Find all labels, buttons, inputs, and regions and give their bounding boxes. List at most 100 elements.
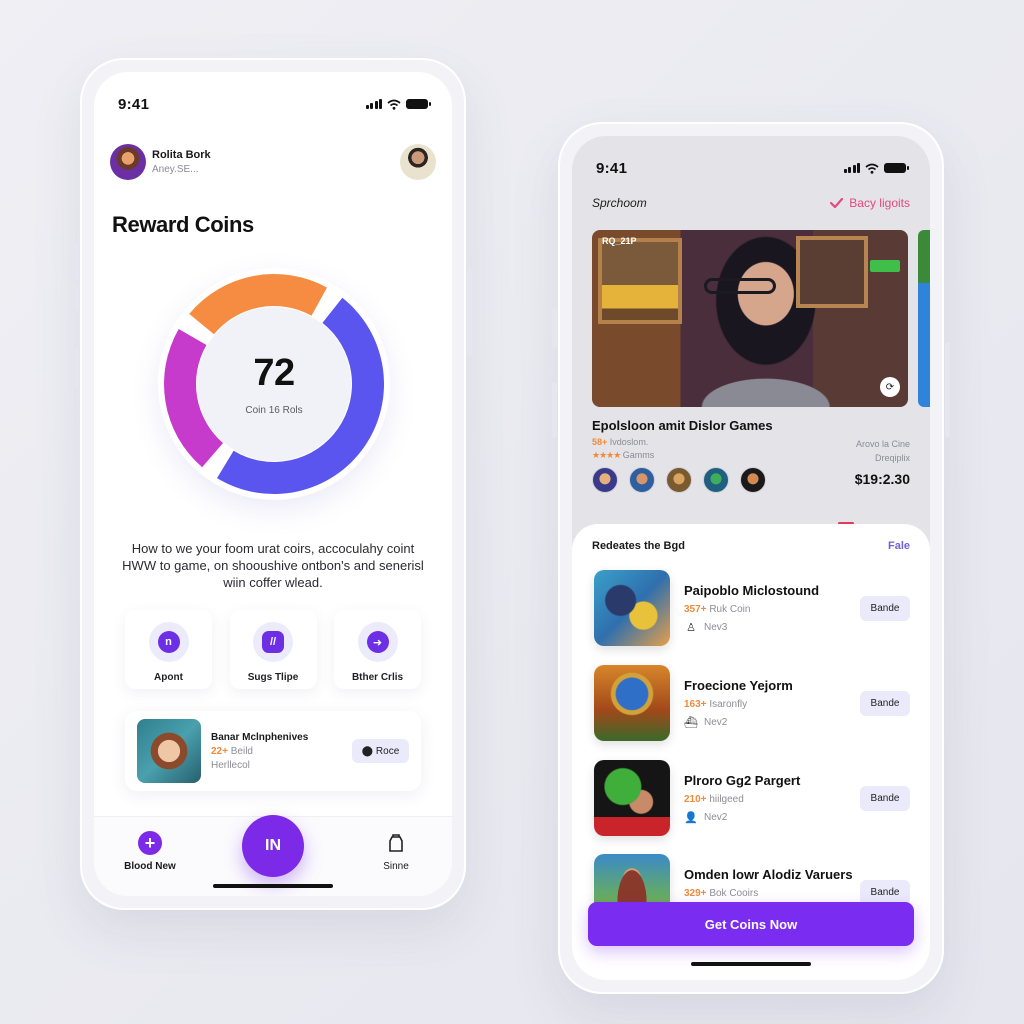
header-link-label: Bacy ligoits: [849, 196, 910, 210]
header-link[interactable]: Bacy ligoits: [830, 196, 910, 210]
quick-action-label: Bther Crlis: [351, 672, 404, 683]
quick-action-bther-crlis[interactable]: ➜ Bther Crlis: [334, 610, 421, 689]
promo-thumbnail: [137, 719, 201, 783]
offer-button[interactable]: Bande: [860, 595, 910, 621]
refresh-icon[interactable]: ⟳: [880, 377, 900, 397]
signal-icon: [843, 163, 860, 173]
nav-label: Sinne: [383, 861, 409, 872]
offer-meta: 210+ hiilgeed: [684, 794, 860, 805]
volume-up-button: [74, 244, 79, 280]
app-brand: Sprchoom: [592, 196, 647, 210]
banner-art-frame: [598, 238, 682, 324]
status-icons: [843, 163, 909, 174]
feature-rating-text: Gamms: [622, 450, 655, 460]
person-icon: 👤: [684, 811, 698, 824]
nav-label: Blood New: [124, 861, 176, 872]
status-bar: 9:41: [572, 158, 930, 178]
get-coins-button[interactable]: Get Coins Now: [588, 902, 914, 946]
offer-meta: 329+ Bok Cooirs: [684, 888, 860, 899]
nav-center-button[interactable]: IN: [242, 815, 304, 877]
offer-sub-text: Nev2: [704, 716, 728, 728]
promo-meta: 22+ Beild: [211, 746, 352, 757]
quick-action-label: Apont: [154, 672, 183, 683]
offer-button[interactable]: Bande: [860, 785, 910, 811]
offer-item[interactable]: Paipoblo Miclostound 357+ Ruk Coin ♙ Nev3…: [594, 570, 910, 646]
battery-icon: [884, 163, 909, 173]
offer-thumbnail: [594, 570, 670, 646]
quick-icon-ring: ➜: [357, 622, 398, 662]
offer-meta: 163+ Isaronfly: [684, 699, 860, 710]
player-avatar[interactable]: [629, 467, 655, 493]
player-avatar[interactable]: [703, 467, 729, 493]
offer-sub: ♙ Nev3: [684, 621, 860, 634]
offer-coins: 163+: [684, 699, 707, 710]
profile-name: Rolita Bork: [152, 149, 211, 161]
player-avatar[interactable]: [740, 467, 766, 493]
promo-card[interactable]: Banar Mclnphenives 22+ Beild Herllecol ⬤…: [125, 711, 421, 791]
volume-down-button: [74, 286, 79, 310]
sheet-title: Redeates the Bgd: [592, 540, 685, 552]
power-button: [945, 342, 950, 438]
quick-action-apont[interactable]: n Apont: [125, 610, 212, 689]
magnet-icon: n: [157, 631, 180, 653]
banner-art-frame: [796, 236, 868, 308]
coin-total-label: Coin 16 Rols: [245, 405, 303, 416]
bottom-nav: + Blood New IN Sinne: [94, 815, 452, 896]
player-avatar[interactable]: [666, 467, 692, 493]
nav-sinne[interactable]: Sinne: [356, 831, 436, 872]
offers-sheet: Redeates the Bgd Fale Paipoblo Miclostou…: [572, 524, 930, 980]
sheet-header: Redeates the Bgd Fale: [592, 540, 910, 552]
offer-button[interactable]: Bande: [860, 690, 910, 716]
offer-sub: 👤 Nev2: [684, 811, 860, 824]
feature-side-line: Dreqiplix: [874, 453, 910, 463]
profile-subtitle: Aney.SE...: [152, 164, 199, 175]
home-indicator: [691, 962, 811, 966]
power-button: [467, 268, 472, 356]
quick-action-label: Sugs Tlipe: [247, 672, 299, 683]
banner-tag: RQ_21P: [602, 236, 637, 246]
offer-title: Plroro Gg2 Pargert: [684, 773, 801, 788]
arrow-icon: ➜: [366, 631, 389, 653]
status-time: 9:41: [118, 95, 150, 113]
offer-meta-text: Isaronfly: [709, 699, 748, 710]
player-avatars: [592, 467, 766, 493]
feature-title: Epolsloon amit Dislor Games: [592, 418, 773, 433]
offer-meta-text: hiilgeed: [709, 794, 744, 805]
right-screen: 9:41 Sprchoom Bacy ligoits RQ_21P ⟳ Epol…: [572, 136, 930, 980]
pin-icon: ⬤: [361, 745, 373, 757]
offer-sub-text: Nev2: [704, 811, 728, 823]
shield-icon: //: [262, 631, 284, 653]
offer-item[interactable]: Plroro Gg2 Pargert 210+ hiilgeed 👤 Nev2 B…: [594, 760, 910, 836]
offer-body: Froecione Yejorm 163+ Isaronfly ⛴ Nev2: [684, 678, 860, 729]
quick-icon-ring: n: [148, 622, 189, 662]
feature-banner[interactable]: RQ_21P ⟳: [592, 230, 908, 407]
banner-figure: [704, 278, 776, 294]
feature-side-line: Arovo la Cine: [855, 439, 910, 449]
sheet-link[interactable]: Fale: [888, 540, 910, 552]
offer-meta-text: Ruk Coin: [709, 604, 751, 615]
page-title: Reward Coins: [112, 212, 254, 237]
left-screen: 9:41 Rolita Bork Aney.SE... Reward Coins…: [94, 72, 452, 896]
user-avatar[interactable]: [110, 144, 146, 180]
nav-blood-new[interactable]: + Blood New: [110, 831, 190, 872]
quick-actions: n Apont // Sugs Tlipe ➜ Bther Crlis: [125, 610, 421, 689]
stamp-icon: ♙: [686, 621, 696, 634]
promo-text: Banar Mclnphenives 22+ Beild Herllecol: [211, 732, 352, 771]
offer-button[interactable]: Bande: [860, 879, 910, 905]
quick-action-sugs-tlipe[interactable]: // Sugs Tlipe: [229, 610, 317, 689]
promo-coins-suffix: Beild: [230, 745, 253, 757]
status-icons: [365, 99, 431, 110]
banner-badge: [870, 260, 900, 272]
bag-icon: [384, 831, 408, 855]
player-avatar[interactable]: [592, 467, 618, 493]
coin-donut-chart: 72 Coin 16 Rols: [158, 268, 390, 500]
offer-item[interactable]: Froecione Yejorm 163+ Isaronfly ⛴ Nev2 Ba…: [594, 665, 910, 741]
promo-button[interactable]: ⬤ Roce: [352, 739, 409, 763]
next-banner-peek[interactable]: [918, 230, 930, 407]
offer-sub-text: Nev3: [704, 621, 728, 633]
offer-meta: 357+ Ruk Coin: [684, 604, 860, 615]
status-time: 9:41: [596, 159, 628, 177]
profile-header: Rolita Bork Aney.SE...: [110, 142, 436, 182]
account-avatar[interactable]: [400, 144, 436, 180]
offer-title: Froecione Yejorm: [684, 678, 793, 693]
